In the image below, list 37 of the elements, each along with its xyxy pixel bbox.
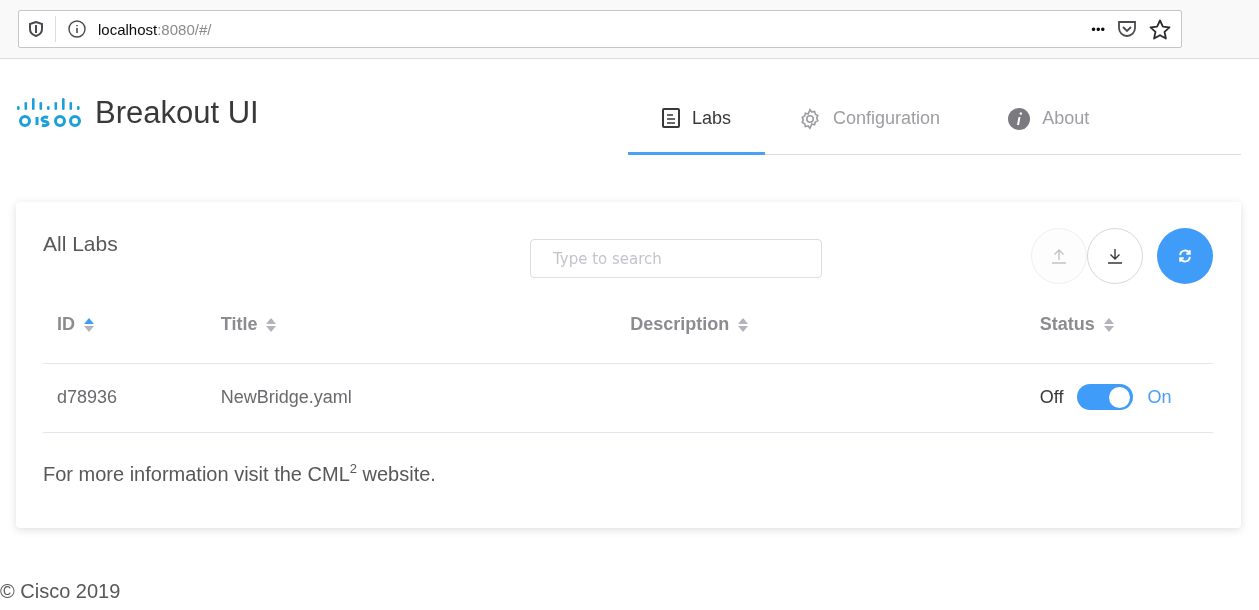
column-header[interactable]: ID <box>57 314 75 335</box>
copyright-text: © Cisco 2019 <box>0 579 122 603</box>
download-button[interactable] <box>1087 228 1143 284</box>
shield-icon[interactable] <box>29 21 43 37</box>
download-icon <box>1107 248 1123 264</box>
upload-icon <box>1051 248 1067 264</box>
sort-icon[interactable] <box>83 316 95 333</box>
gear-icon <box>799 108 822 130</box>
status-toggle[interactable] <box>1077 384 1134 410</box>
on-label: On <box>1147 386 1172 408</box>
logo-icon <box>15 97 83 129</box>
nav-tab[interactable]: Configuration <box>765 93 975 155</box>
refresh-icon <box>1178 249 1192 263</box>
pocket-icon[interactable] <box>1117 20 1137 38</box>
info-icon[interactable] <box>68 20 86 38</box>
table-cell: NewBridge.yaml <box>206 363 617 433</box>
url-text: localhost:8080/#/ <box>98 20 213 38</box>
column-header[interactable]: Title <box>220 314 258 335</box>
document-icon <box>662 108 680 128</box>
info-icon <box>1008 108 1031 130</box>
sort-icon[interactable] <box>737 316 750 333</box>
refresh-button[interactable] <box>1157 228 1213 284</box>
app-title: Breakout UI <box>95 95 259 131</box>
info-text: For more information visit the CML$^{2}$ website. <box>43 461 437 486</box>
card-title: All Labs <box>43 231 119 256</box>
column-header[interactable]: Description <box>630 314 730 335</box>
address-bar[interactable]: localhost:8080/#/ ••• <box>18 10 1182 48</box>
search-field[interactable]: Type to search <box>530 239 822 278</box>
star-icon[interactable] <box>1149 18 1171 40</box>
table-cell: d78936 <box>43 363 207 433</box>
nav-tab[interactable]: Labs <box>628 93 766 155</box>
off-label: Off <box>1039 386 1064 408</box>
nav-tab[interactable]: About <box>974 93 1124 155</box>
sort-icon[interactable] <box>1102 316 1115 333</box>
column-header[interactable]: Status <box>1039 314 1095 335</box>
more-menu[interactable]: ••• <box>1091 21 1105 37</box>
sort-icon[interactable] <box>265 316 278 333</box>
